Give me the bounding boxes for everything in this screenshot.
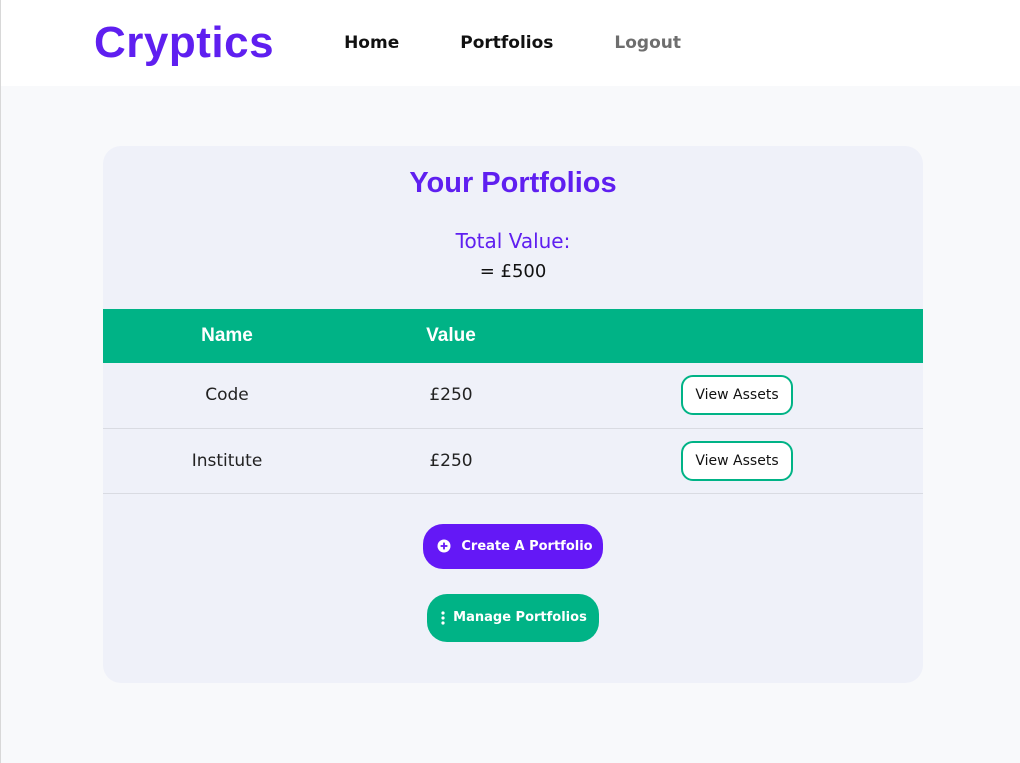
portfolio-name: Code [205, 385, 249, 406]
portfolio-name: Institute [191, 450, 263, 471]
total-value-amount: = £500 [479, 261, 547, 282]
table-header-row: Name Value [103, 309, 923, 363]
create-portfolio-button[interactable]: Create A Portfolio [423, 523, 603, 569]
view-assets-button[interactable]: View Assets [681, 375, 793, 416]
plus-circle-icon [437, 539, 451, 553]
portfolio-actions: Create A Portfolio Manage Portfolios [103, 523, 923, 642]
portfolio-actions-cell: View Assets [551, 428, 923, 493]
vertical-dots-icon [441, 610, 445, 625]
create-portfolio-label: Create A Portfolio [461, 538, 593, 554]
column-header-name: Name [201, 325, 253, 346]
portfolio-actions-cell: View Assets [551, 363, 923, 428]
manage-portfolios-button[interactable]: Manage Portfolios [427, 593, 599, 642]
portfolios-table: Name Value Code £250 View Assets Institu… [103, 309, 923, 494]
page-title: Your Portfolios [409, 167, 617, 199]
brand-logo[interactable]: Cryptics [94, 18, 274, 68]
portfolio-value: £250 [429, 385, 473, 406]
table-row: Code £250 View Assets [103, 363, 923, 428]
total-value-label: Total Value: [455, 229, 571, 253]
table-row: Institute £250 View Assets [103, 428, 923, 493]
view-assets-button[interactable]: View Assets [681, 440, 793, 481]
nav-link-portfolios[interactable]: Portfolios [460, 33, 553, 53]
nav-link-home[interactable]: Home [344, 33, 399, 53]
column-header-actions [551, 309, 923, 363]
manage-portfolios-label: Manage Portfolios [453, 610, 587, 625]
nav-link-logout[interactable]: Logout [614, 33, 681, 53]
navbar: Cryptics Home Portfolios Logout [1, 0, 1020, 86]
portfolios-card: Your Portfolios Total Value: = £500 Name… [103, 146, 923, 683]
column-header-value: Value [426, 325, 476, 346]
portfolio-value: £250 [429, 450, 473, 471]
